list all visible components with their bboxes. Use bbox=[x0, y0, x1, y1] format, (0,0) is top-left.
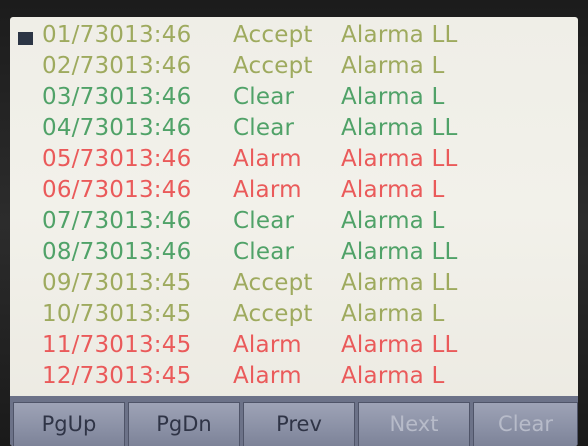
alarm-message: Alarma LL bbox=[341, 270, 458, 296]
alarm-timestamp: 08/73013:46 bbox=[42, 239, 192, 265]
pgdn-button[interactable]: PgDn bbox=[128, 402, 240, 446]
alarm-message: Alarma LL bbox=[341, 332, 458, 358]
alarm-timestamp: 11/73013:45 bbox=[42, 332, 192, 358]
selected-row-marker-icon bbox=[18, 32, 33, 45]
alarm-log-row[interactable]: 08/73013:46 Clear Alarma LL bbox=[10, 237, 578, 268]
alarm-status: Accept bbox=[233, 22, 313, 48]
alarm-message: Alarma L bbox=[341, 53, 445, 79]
clear-button[interactable]: Clear bbox=[473, 402, 578, 446]
alarm-message: Alarma LL bbox=[341, 115, 458, 141]
alarm-message: Alarma L bbox=[341, 177, 445, 203]
alarm-timestamp: 01/73013:46 bbox=[42, 22, 192, 48]
alarm-message: Alarma L bbox=[341, 301, 445, 327]
alarm-message: Alarma LL bbox=[341, 22, 458, 48]
alarm-status: Alarm bbox=[233, 146, 302, 172]
alarm-log-row[interactable]: 09/73013:45 Accept Alarma LL bbox=[10, 268, 578, 299]
alarm-timestamp: 07/73013:46 bbox=[42, 208, 192, 234]
alarm-timestamp: 03/73013:46 bbox=[42, 84, 192, 110]
alarm-timestamp: 05/73013:46 bbox=[42, 146, 192, 172]
alarm-status: Clear bbox=[233, 208, 295, 234]
alarm-history-screen: 01/73013:46 Accept Alarma LL 02/73013:46 Acc… bbox=[10, 17, 578, 446]
alarm-status: Accept bbox=[233, 270, 313, 296]
alarm-log-row[interactable]: 05/73013:46 Alarm Alarma LL bbox=[10, 144, 578, 175]
alarm-log-row[interactable]: 01/73013:46 Accept Alarma LL bbox=[10, 20, 578, 51]
alarm-timestamp: 02/73013:46 bbox=[42, 53, 192, 79]
alarm-status: Alarm bbox=[233, 177, 302, 203]
alarm-status: Clear bbox=[233, 115, 295, 141]
alarm-message: Alarma L bbox=[341, 84, 445, 110]
alarm-log-row[interactable]: 07/73013:46 Clear Alarma L bbox=[10, 206, 578, 237]
alarm-status: Clear bbox=[233, 239, 295, 265]
alarm-status: Alarm bbox=[233, 363, 302, 389]
alarm-log-row[interactable]: 11/73013:45 Alarm Alarma LL bbox=[10, 330, 578, 361]
alarm-message: Alarma LL bbox=[341, 239, 458, 265]
alarm-timestamp: 04/73013:46 bbox=[42, 115, 192, 141]
device-bezel: 01/73013:46 Accept Alarma LL 02/73013:46 Acc… bbox=[0, 0, 588, 446]
pgup-button[interactable]: PgUp bbox=[13, 402, 125, 446]
alarm-log-row[interactable]: 03/73013:46 Clear Alarma L bbox=[10, 82, 578, 113]
alarm-log-row[interactable]: 02/73013:46 Accept Alarma L bbox=[10, 51, 578, 82]
alarm-timestamp: 06/73013:46 bbox=[42, 177, 192, 203]
alarm-log-row[interactable]: 06/73013:46 Alarm Alarma L bbox=[10, 175, 578, 206]
alarm-status: Alarm bbox=[233, 332, 302, 358]
alarm-log-list: 01/73013:46 Accept Alarma LL 02/73013:46 Acc… bbox=[10, 20, 578, 392]
prev-button[interactable]: Prev bbox=[243, 402, 355, 446]
alarm-log-row[interactable]: 04/73013:46 Clear Alarma LL bbox=[10, 113, 578, 144]
alarm-message: Alarma L bbox=[341, 363, 445, 389]
alarm-status: Accept bbox=[233, 53, 313, 79]
alarm-message: Alarma LL bbox=[341, 146, 458, 172]
alarm-timestamp: 10/73013:45 bbox=[42, 301, 192, 327]
alarm-log-row[interactable]: 12/73013:45 Alarm Alarma L bbox=[10, 361, 578, 392]
alarm-timestamp: 09/73013:45 bbox=[42, 270, 192, 296]
next-button[interactable]: Next bbox=[358, 402, 470, 446]
alarm-status: Clear bbox=[233, 84, 295, 110]
alarm-message: Alarma L bbox=[341, 208, 445, 234]
alarm-status: Accept bbox=[233, 301, 313, 327]
alarm-log-row[interactable]: 10/73013:45 Accept Alarma L bbox=[10, 299, 578, 330]
softkey-bar: PgUp PgDn Prev Next Clear bbox=[10, 396, 578, 446]
alarm-timestamp: 12/73013:45 bbox=[42, 363, 192, 389]
